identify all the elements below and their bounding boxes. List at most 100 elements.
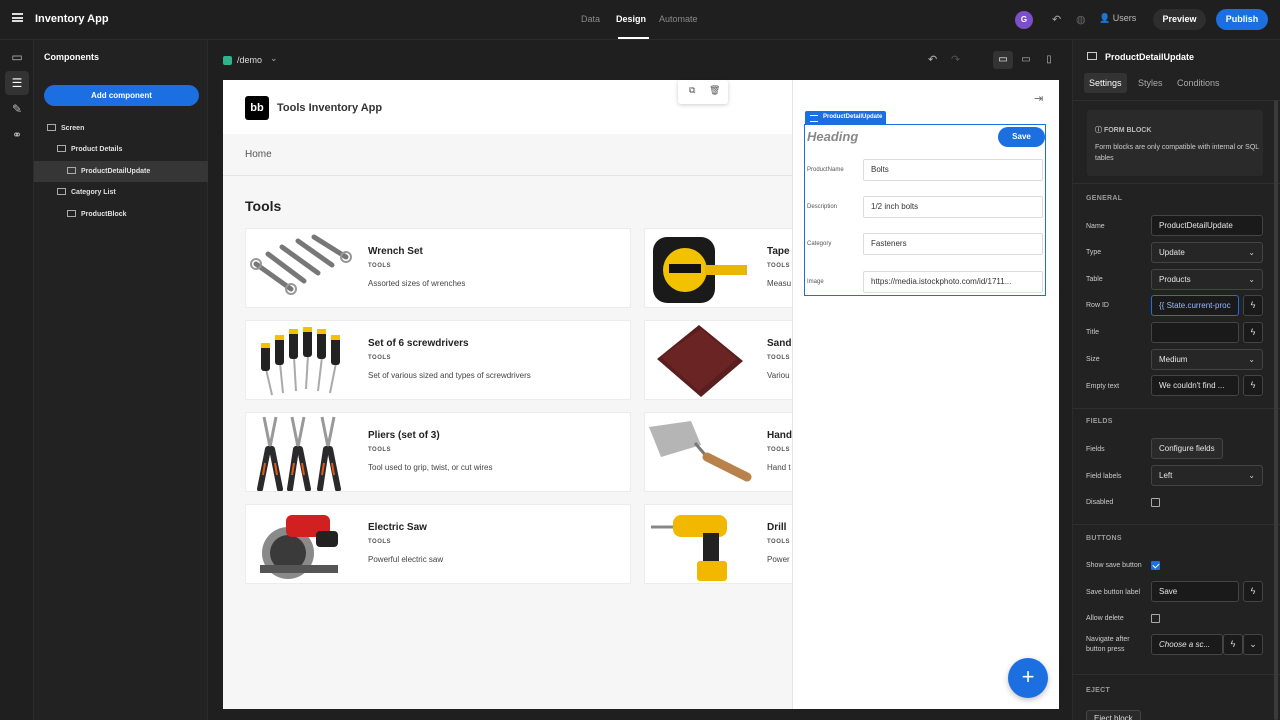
chevron-down-icon[interactable]: ⌄ bbox=[270, 53, 278, 64]
mobile-icon[interactable]: ▯ bbox=[1039, 51, 1059, 69]
binding-bolt-icon[interactable]: ϟ bbox=[1243, 581, 1263, 602]
name-input[interactable]: ProductDetailUpdate bbox=[1151, 215, 1263, 236]
duplicate-icon[interactable]: ⧉ bbox=[689, 85, 695, 96]
tree-label: ProductDetailUpdate bbox=[81, 168, 151, 175]
form-field-row: Image https://media.istockphoto.com/id/1… bbox=[805, 271, 1047, 295]
top-bar: Inventory App Data Design Automate G ↶ ◍… bbox=[0, 0, 1280, 40]
product-card[interactable]: Electric Saw TOOLS Powerful electric saw bbox=[245, 504, 631, 584]
card-description: Tool used to grip, twist, or cut wires bbox=[368, 463, 493, 472]
screwdriver-illustration bbox=[261, 327, 340, 396]
desktop-icon[interactable]: ▭ bbox=[993, 51, 1013, 69]
tree-item-screen[interactable]: Screen bbox=[34, 118, 208, 139]
product-card[interactable]: Wrench Set TOOLS Assorted sizes of wrenc… bbox=[245, 228, 631, 308]
card-description: Hand t bbox=[767, 463, 791, 472]
rowid-input[interactable]: {{ State.current-proc bbox=[1151, 295, 1239, 316]
close-panel-icon[interactable]: ⇥ bbox=[1034, 92, 1043, 105]
navigate-label: Navigate after button press bbox=[1086, 636, 1130, 653]
tree-item-productdetailupdate[interactable]: ProductDetailUpdate bbox=[34, 161, 208, 182]
eject-block-button[interactable]: Eject block bbox=[1086, 710, 1141, 720]
show-save-label: Show save button bbox=[1086, 562, 1142, 569]
settings-scrollbar[interactable] bbox=[1274, 100, 1278, 720]
tree-item-productblock[interactable]: ProductBlock bbox=[34, 204, 208, 225]
components-icon[interactable]: ☰ bbox=[5, 71, 29, 95]
type-select[interactable]: Update ⌄ bbox=[1151, 242, 1263, 263]
route-selector[interactable]: /demo bbox=[237, 55, 262, 65]
add-fab-button[interactable]: + bbox=[1008, 658, 1048, 698]
tree-item-product-details[interactable]: Product Details bbox=[34, 139, 208, 160]
product-card[interactable]: Pliers (set of 3) TOOLS Tool used to gri… bbox=[245, 412, 631, 492]
tree-item-category-list[interactable]: Category List bbox=[34, 182, 208, 203]
add-component-button[interactable]: Add component bbox=[44, 85, 199, 106]
disabled-checkbox[interactable] bbox=[1151, 498, 1160, 507]
tab-conditions[interactable]: Conditions bbox=[1177, 78, 1220, 88]
description-input[interactable]: 1/2 inch bolts bbox=[863, 196, 1043, 218]
form-save-button[interactable]: Save bbox=[998, 127, 1045, 147]
sandpaper-illustration bbox=[657, 325, 743, 397]
undo-icon[interactable]: ↶ bbox=[928, 53, 937, 66]
tab-settings[interactable]: Settings bbox=[1084, 73, 1127, 93]
panel-title: ProductDetailUpdate bbox=[1105, 52, 1195, 62]
redo-icon[interactable]: ↷ bbox=[951, 53, 960, 66]
route-status-dot bbox=[223, 56, 232, 65]
link-icon[interactable]: ⚭ bbox=[5, 123, 29, 147]
tablet-icon[interactable]: ▭ bbox=[1016, 51, 1036, 69]
history-icon[interactable]: ↶ bbox=[1052, 13, 1061, 26]
disabled-label: Disabled bbox=[1086, 499, 1114, 506]
card-name: Drill bbox=[767, 522, 787, 533]
binding-bolt-icon[interactable]: ϟ bbox=[1243, 375, 1263, 396]
publish-button[interactable]: Publish bbox=[1216, 9, 1268, 30]
tab-automate[interactable]: Automate bbox=[659, 14, 698, 24]
product-card[interactable]: Set of 6 screwdrivers TOOLS Set of vario… bbox=[245, 320, 631, 400]
category-input[interactable]: Fasteners bbox=[863, 233, 1043, 255]
field-labels-select[interactable]: Left ⌄ bbox=[1151, 465, 1263, 486]
table-select[interactable]: Products ⌄ bbox=[1151, 269, 1263, 290]
eject-section-title: EJECT bbox=[1086, 687, 1111, 694]
avatar[interactable]: G bbox=[1015, 11, 1033, 29]
card-name: Set of 6 screwdrivers bbox=[368, 338, 469, 349]
chevron-down-icon[interactable]: ⌄ bbox=[1243, 634, 1263, 655]
nav-home-link[interactable]: Home bbox=[245, 149, 272, 160]
save-button-label-label: Save button label bbox=[1086, 589, 1141, 596]
binding-bolt-icon[interactable]: ϟ bbox=[1243, 322, 1263, 343]
tree-label: ProductBlock bbox=[81, 211, 127, 218]
tab-data[interactable]: Data bbox=[581, 14, 600, 24]
binding-bolt-icon[interactable]: ϟ bbox=[1223, 634, 1243, 655]
tab-design[interactable]: Design bbox=[616, 14, 646, 24]
divider bbox=[1073, 674, 1280, 675]
screens-icon[interactable]: ▭ bbox=[5, 45, 29, 69]
form-block[interactable]: Heading Save ProductName Bolts Descripti… bbox=[804, 124, 1046, 296]
empty-text-input[interactable]: We couldn't find ... bbox=[1151, 375, 1239, 396]
card-category: TOOLS bbox=[368, 355, 392, 361]
title-input[interactable] bbox=[1151, 322, 1239, 343]
fields-label: Fields bbox=[1086, 446, 1105, 453]
productname-input[interactable]: Bolts bbox=[863, 159, 1043, 181]
globe-icon[interactable]: ◍ bbox=[1076, 13, 1086, 26]
image-input[interactable]: https://media.istockphoto.com/id/1711... bbox=[863, 271, 1043, 293]
card-category: TOOLS bbox=[767, 355, 791, 361]
pliers-image bbox=[246, 413, 354, 491]
form-heading: Heading bbox=[807, 129, 859, 144]
configure-fields-button[interactable]: Configure fields bbox=[1151, 438, 1223, 459]
info-title-text: FORM BLOCK bbox=[1103, 127, 1152, 134]
components-title: Components bbox=[44, 52, 99, 62]
show-save-checkbox[interactable] bbox=[1151, 561, 1160, 570]
menu-icon[interactable] bbox=[12, 13, 23, 22]
drill-image bbox=[645, 505, 753, 583]
users-button[interactable]: 👤 Users bbox=[1099, 13, 1136, 24]
trash-icon[interactable]: 🗑 bbox=[709, 85, 720, 96]
preview-button[interactable]: Preview bbox=[1153, 9, 1206, 30]
size-select[interactable]: Medium ⌄ bbox=[1151, 349, 1263, 370]
save-button-label-input[interactable]: Save bbox=[1151, 581, 1239, 602]
field-label: ProductName bbox=[807, 167, 844, 173]
tab-styles[interactable]: Styles bbox=[1138, 78, 1163, 88]
tree-label: Product Details bbox=[71, 146, 123, 153]
type-label: Type bbox=[1086, 249, 1102, 256]
binding-bolt-icon[interactable]: ϟ bbox=[1243, 295, 1263, 316]
theme-brush-icon[interactable]: ✎ bbox=[5, 97, 29, 121]
card-description: Measu bbox=[767, 279, 792, 288]
card-category: TOOLS bbox=[767, 539, 791, 545]
field-label: Description bbox=[807, 204, 838, 210]
allow-delete-checkbox[interactable] bbox=[1151, 614, 1160, 623]
selected-component-tag: ProductDetailUpdate bbox=[805, 111, 887, 124]
navigate-select[interactable]: Choose a sc... bbox=[1151, 634, 1223, 655]
